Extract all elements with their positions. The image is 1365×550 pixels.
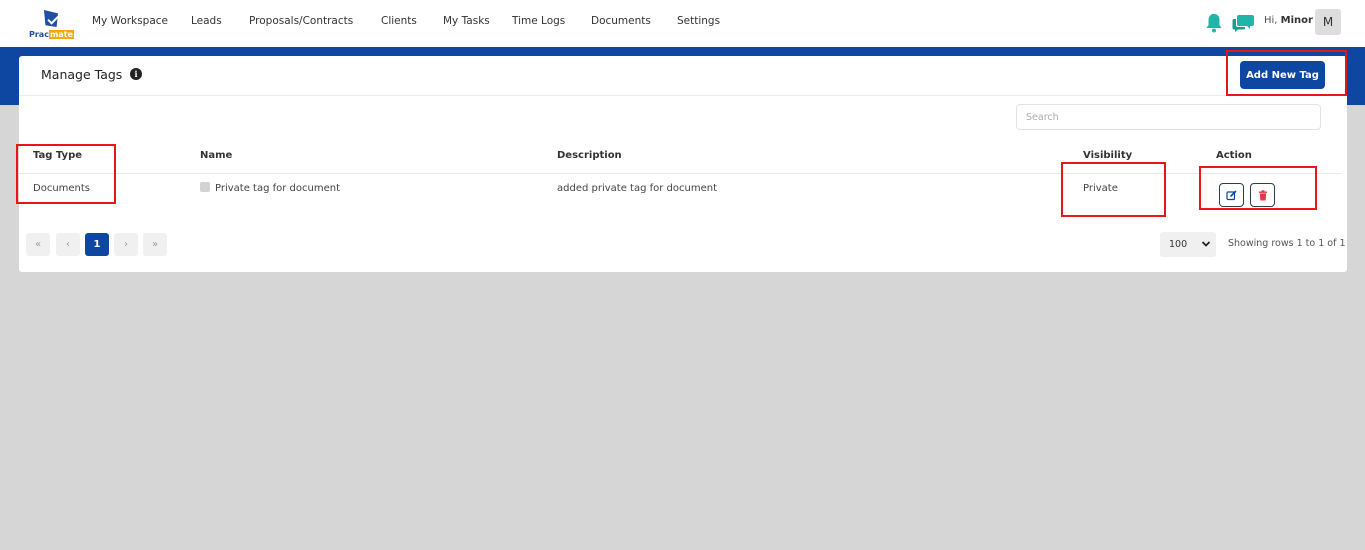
- user-greeting: Hi, Minor: [1264, 15, 1313, 26]
- tag-color-swatch: [200, 182, 210, 192]
- chevron-down-icon: [1201, 241, 1211, 247]
- rows-per-page-select[interactable]: 100: [1160, 232, 1216, 257]
- pagination-first[interactable]: «: [26, 233, 50, 256]
- header-description[interactable]: Description: [557, 150, 622, 161]
- logo-word-prac: Prac: [29, 30, 49, 39]
- top-navbar: Pracmate My Workspace Leads Proposals/Co…: [0, 0, 1365, 47]
- nav-my-tasks[interactable]: My Tasks: [443, 15, 490, 27]
- nav-time-logs[interactable]: Time Logs: [512, 15, 565, 27]
- info-icon[interactable]: i: [130, 68, 142, 80]
- chat-icon[interactable]: [1231, 13, 1255, 33]
- annotation-box-tag-type: [16, 144, 116, 204]
- pagination-summary: Showing rows 1 to 1 of 1: [1228, 238, 1346, 249]
- search-input[interactable]: [1016, 104, 1321, 130]
- cell-name: Private tag for document: [215, 183, 340, 194]
- greeting-text: Hi,: [1264, 15, 1278, 26]
- page-title: Manage Tags: [41, 67, 123, 82]
- pagination-next[interactable]: ›: [114, 233, 138, 256]
- user-name: Minor: [1280, 15, 1313, 26]
- nav-leads[interactable]: Leads: [191, 15, 222, 27]
- annotation-box-visibility: [1061, 162, 1166, 217]
- pagination-page-1[interactable]: 1: [85, 233, 109, 256]
- pagination-last[interactable]: »: [143, 233, 167, 256]
- avatar[interactable]: M: [1315, 9, 1341, 35]
- logo-wordmark: Pracmate: [29, 30, 74, 39]
- nav-my-workspace[interactable]: My Workspace: [92, 15, 168, 27]
- rows-per-page-value: 100: [1169, 239, 1188, 250]
- logo-word-mate: mate: [48, 30, 74, 39]
- nav-proposals-contracts[interactable]: Proposals/Contracts: [249, 15, 353, 27]
- pracmate-logo[interactable]: Pracmate: [28, 8, 76, 42]
- annotation-box-add-button: [1226, 50, 1347, 96]
- annotation-box-actions: [1199, 166, 1317, 210]
- bell-icon[interactable]: [1205, 13, 1223, 33]
- nav-clients[interactable]: Clients: [381, 15, 417, 27]
- cell-description: added private tag for document: [557, 183, 717, 194]
- header-name[interactable]: Name: [200, 150, 232, 161]
- header-visibility[interactable]: Visibility: [1083, 150, 1132, 161]
- pagination-prev[interactable]: ‹: [56, 233, 80, 256]
- nav-documents[interactable]: Documents: [591, 15, 651, 27]
- divider: [19, 95, 1347, 96]
- header-action: Action: [1216, 150, 1252, 161]
- nav-settings[interactable]: Settings: [677, 15, 720, 27]
